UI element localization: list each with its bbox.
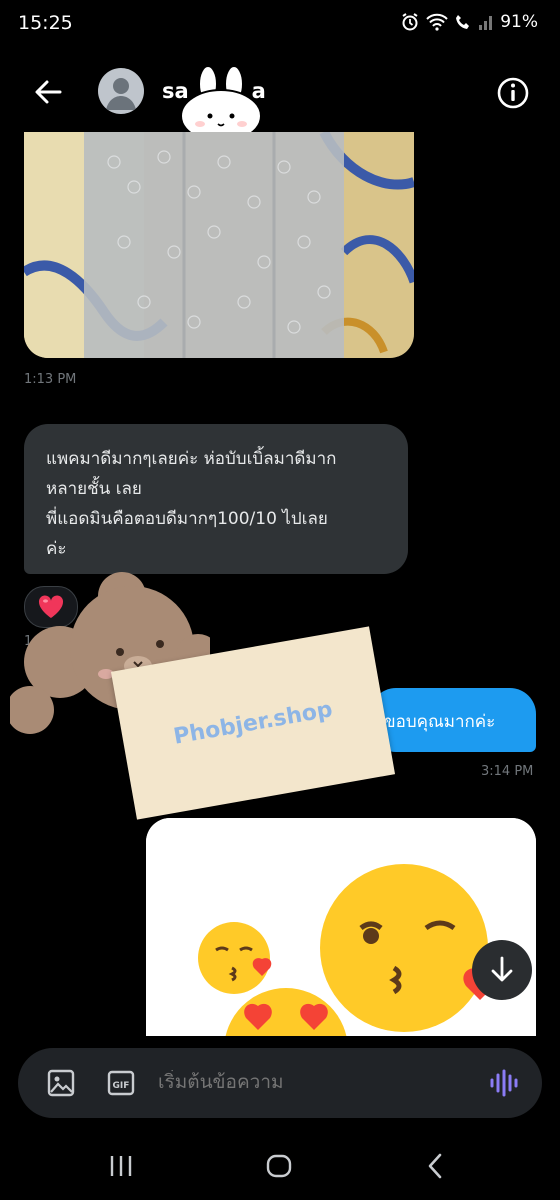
- home-button[interactable]: [266, 1154, 292, 1182]
- battery-level: 91%: [500, 12, 538, 32]
- signal-icon: [479, 16, 493, 30]
- waveform-icon: [490, 1069, 518, 1097]
- chevron-left-icon: [428, 1153, 442, 1179]
- back-button[interactable]: [28, 72, 68, 112]
- message-input[interactable]: [156, 1070, 460, 1094]
- voice-message-button[interactable]: [488, 1067, 518, 1103]
- gif-label: GIF: [113, 1081, 130, 1091]
- status-icons: 91%: [400, 12, 538, 32]
- gif-button[interactable]: GIF: [106, 1068, 136, 1102]
- nav-back-button[interactable]: [426, 1153, 446, 1183]
- status-time: 15:25: [18, 12, 73, 34]
- avatar[interactable]: [98, 68, 144, 114]
- wifi-icon: [426, 13, 448, 31]
- incoming-message-text: แพคมาดีมากๆเลยค่ะ ห่อบับเบิ้ลมาดีมาก หลา…: [46, 449, 337, 559]
- scroll-to-bottom-button[interactable]: [472, 940, 532, 1000]
- outgoing-message-text: ขอบคุณมากค่ะ: [384, 712, 496, 732]
- shop-card-text: Phobjer.shop: [171, 696, 335, 750]
- message-timestamp: 3:14 PM: [481, 764, 534, 779]
- arrow-down-icon: [491, 956, 513, 982]
- message-timestamp: 1:13 PM: [24, 372, 77, 387]
- recent-apps-icon: [110, 1156, 132, 1176]
- info-icon: [497, 77, 529, 109]
- emoji-image[interactable]: [146, 818, 536, 1036]
- home-icon: [266, 1154, 292, 1178]
- call-icon: [456, 15, 470, 29]
- image-icon: [47, 1069, 75, 1097]
- arrow-left-icon: [35, 80, 62, 104]
- gif-icon: GIF: [107, 1070, 135, 1096]
- media-image[interactable]: [24, 132, 414, 358]
- default-avatar-icon: [106, 78, 136, 110]
- alarm-icon: [402, 13, 418, 31]
- info-button[interactable]: [494, 74, 532, 112]
- recent-apps-button[interactable]: [108, 1154, 134, 1182]
- image-attach-button[interactable]: [46, 1068, 76, 1102]
